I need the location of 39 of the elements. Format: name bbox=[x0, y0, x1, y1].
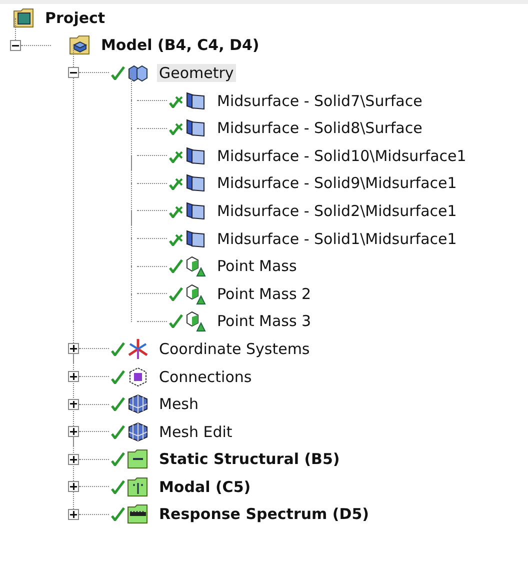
tree-item[interactable]: Project bbox=[43, 8, 108, 27]
tree-item[interactable]: Model (B4, C4, D4) bbox=[99, 36, 262, 54]
expand-icon[interactable] bbox=[68, 343, 79, 354]
tree-item[interactable]: Point Mass 2 bbox=[215, 284, 314, 303]
collapse-icon[interactable] bbox=[68, 67, 79, 78]
tree-item[interactable]: Coordinate Systems bbox=[157, 340, 312, 358]
tree-item[interactable]: Midsurface - Solid7\Surface bbox=[215, 92, 424, 110]
expand-icon[interactable] bbox=[68, 508, 79, 520]
tree-item[interactable]: Mesh Edit bbox=[157, 422, 234, 441]
tree-item[interactable]: Midsurface - Solid9\Midsurface1 bbox=[215, 174, 459, 192]
tree-item[interactable]: Connections bbox=[157, 368, 254, 386]
tree-item[interactable]: Midsurface - Solid10\Midsurface1 bbox=[215, 146, 468, 165]
tree-item[interactable]: Response Spectrum (D5) bbox=[157, 505, 371, 524]
cube-icon bbox=[126, 392, 150, 416]
tree-item[interactable]: Geometry bbox=[157, 64, 236, 82]
folder-icon bbox=[126, 447, 150, 472]
folder-icon bbox=[126, 474, 150, 499]
tree-item[interactable]: Midsurface - Solid1\Midsurface1 bbox=[215, 230, 459, 248]
expand-icon[interactable] bbox=[68, 481, 79, 492]
tree-item[interactable]: Point Mass bbox=[215, 257, 299, 276]
axes-icon bbox=[126, 336, 150, 361]
folder-icon bbox=[126, 502, 150, 526]
expand-icon[interactable] bbox=[68, 426, 79, 438]
folder-icon bbox=[12, 6, 36, 30]
tree-item[interactable]: Point Mass 3 bbox=[215, 312, 314, 330]
expand-icon[interactable] bbox=[68, 371, 79, 382]
tree-item[interactable]: Modal (C5) bbox=[157, 478, 253, 496]
tree-item[interactable]: Static Structural (B5) bbox=[157, 450, 342, 468]
cube-icon bbox=[184, 282, 208, 306]
tree-item[interactable]: Midsurface - Solid2\Midsurface1 bbox=[215, 202, 459, 220]
cube-icon bbox=[126, 420, 150, 444]
tree-item[interactable]: Midsurface - Solid8\Surface bbox=[215, 119, 424, 138]
folder-icon bbox=[68, 33, 92, 58]
expand-icon[interactable] bbox=[68, 398, 79, 410]
cube-icon bbox=[184, 254, 208, 278]
collapse-icon[interactable] bbox=[10, 40, 21, 51]
tree-item[interactable]: Mesh bbox=[157, 395, 200, 414]
cube-icon bbox=[184, 309, 208, 334]
expand-icon[interactable] bbox=[68, 454, 79, 465]
